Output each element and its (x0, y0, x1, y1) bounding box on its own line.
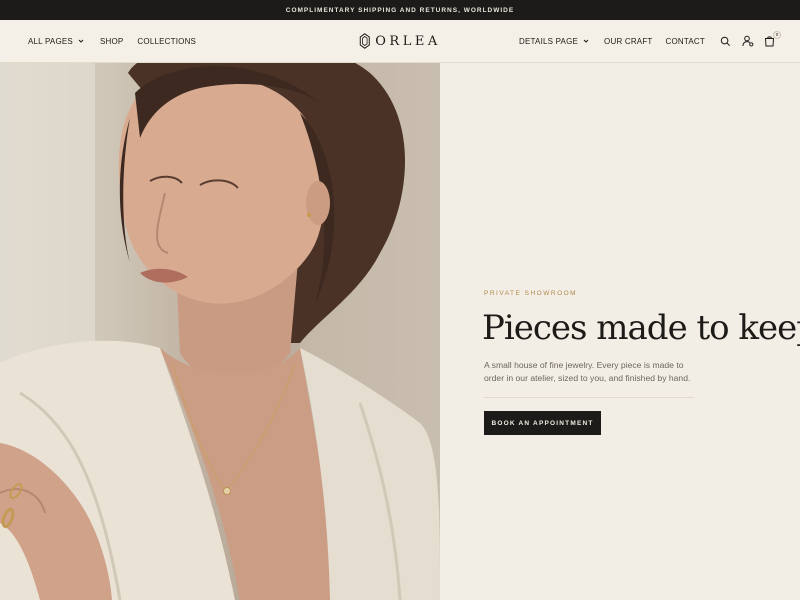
nav-shop[interactable]: SHOP (100, 37, 123, 46)
cart-icon[interactable]: 0 (763, 30, 781, 48)
announcement-text: COMPLIMENTARY SHIPPING AND RETURNS, WORL… (285, 6, 515, 14)
chevron-down-icon (78, 39, 84, 43)
nav-our-craft-label: OUR CRAFT (604, 36, 653, 46)
nav-collections-label: COLLECTIONS (137, 36, 197, 46)
primary-nav-right: DETAILS PAGE OUR CRAFT CONTACT 0 (506, 30, 781, 48)
hero-headline: Pieces made to keep. (482, 308, 800, 348)
nav-contact[interactable]: CONTACT (666, 37, 705, 46)
primary-nav-left: ALL PAGES SHOP COLLECTIONS (28, 36, 210, 46)
announcement-bar: COMPLIMENTARY SHIPPING AND RETURNS, WORL… (0, 0, 800, 20)
nav-all-pages[interactable]: ALL PAGES (28, 36, 86, 46)
chevron-down-icon (583, 39, 589, 43)
gem-logo-icon (359, 33, 370, 49)
hero-content: PRIVATE SHOWROOM Pieces made to keep. A … (440, 63, 800, 600)
logo-wordmark: ORLEA (375, 33, 441, 49)
hero-image (0, 63, 440, 600)
nav-our-craft[interactable]: OUR CRAFT (604, 37, 652, 46)
site-logo[interactable]: ORLEA (359, 33, 440, 49)
cart-count-badge: 0 (773, 30, 781, 39)
divider (484, 397, 694, 398)
nav-contact-label: CONTACT (665, 36, 705, 46)
nav-details-page-label: DETAILS PAGE (519, 36, 579, 46)
site-header: ALL PAGES SHOP COLLECTIONS ORLEA DETAILS… (0, 20, 800, 63)
book-appointment-button[interactable]: BOOK AN APPOINTMENT (484, 411, 601, 435)
account-icon[interactable] (741, 35, 754, 48)
header-icons: 0 (719, 30, 781, 48)
nav-shop-label: SHOP (99, 36, 124, 46)
hero-body-copy: A small house of fine jewelry. Every pie… (484, 360, 691, 383)
nav-all-pages-label: ALL PAGES (28, 36, 73, 46)
woman-wearing-gold-necklace-photo (0, 63, 440, 600)
nav-details-page[interactable]: DETAILS PAGE (519, 36, 591, 46)
nav-collections[interactable]: COLLECTIONS (137, 37, 196, 46)
search-icon[interactable] (719, 35, 732, 48)
hero-eyebrow: PRIVATE SHOWROOM (484, 290, 578, 297)
hero-section: PRIVATE SHOWROOM Pieces made to keep. A … (0, 63, 800, 600)
